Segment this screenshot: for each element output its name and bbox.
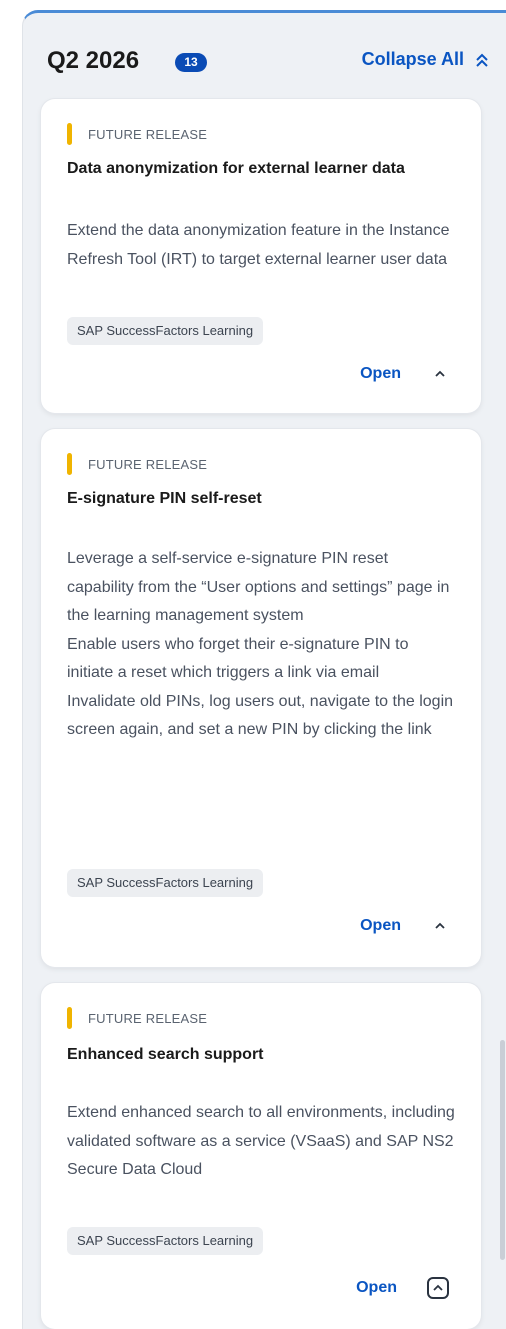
description-line: Invalidate old PINs, log users out, navi…: [67, 692, 454, 739]
card-title: Enhanced search support: [67, 1046, 264, 1063]
chevron-up-icon[interactable]: [427, 1277, 449, 1299]
card-title: Data anonymization for external learner …: [67, 160, 405, 177]
product-tag: SAP SuccessFactors Learning: [67, 317, 264, 345]
collapse-all-label: Collapse All: [361, 49, 464, 69]
release-tag-label: FUTURE RELEASE: [88, 126, 208, 142]
release-tag: FUTURE RELEASE: [67, 1007, 207, 1029]
release-tag-bar: [67, 453, 72, 475]
scrollbar-thumb[interactable]: [500, 1040, 505, 1260]
quarter-title: Q2 2026: [47, 47, 140, 74]
column-header: Q2 2026 13 Collapse All: [23, 13, 506, 101]
feature-card: FUTURE RELEASE E-signature PIN self-rese…: [41, 429, 481, 967]
description-line: Leverage a self-service e-signature PIN …: [67, 550, 450, 624]
release-tag-label: FUTURE RELEASE: [88, 456, 208, 472]
open-link[interactable]: Open: [356, 1279, 397, 1297]
release-tag-bar: [67, 1007, 72, 1029]
quarter-column: Q2 2026 13 Collapse All FUTURE RELEASE D…: [22, 10, 506, 1329]
chevron-up-icon[interactable]: [431, 917, 449, 935]
release-tag-bar: [67, 123, 72, 145]
release-tag: FUTURE RELEASE: [67, 453, 207, 475]
card-description: Extend enhanced search to all environmen…: [67, 1104, 455, 1178]
description-line: Enable users who forget their e-signatur…: [67, 635, 409, 682]
open-link[interactable]: Open: [360, 365, 401, 383]
open-link[interactable]: Open: [360, 917, 401, 935]
card-title: E-signature PIN self-reset: [67, 490, 262, 507]
product-tag: SAP SuccessFactors Learning: [67, 869, 264, 897]
collapse-all-button[interactable]: Collapse All: [362, 49, 490, 70]
chevron-up-icon[interactable]: [431, 365, 449, 383]
feature-card: FUTURE RELEASE Data anonymization for ex…: [41, 99, 481, 413]
release-tag-label: FUTURE RELEASE: [88, 1010, 208, 1026]
double-chevron-up-icon: [476, 53, 488, 67]
card-description: Leverage a self-service e-signature PIN …: [67, 545, 457, 745]
product-tag: SAP SuccessFactors Learning: [67, 1227, 264, 1255]
card-actions: Open: [356, 1277, 449, 1299]
count-badge: 13: [175, 53, 207, 72]
feature-card: FUTURE RELEASE Enhanced search support E…: [41, 983, 481, 1329]
card-actions: Open: [360, 365, 449, 383]
card-actions: Open: [360, 917, 449, 935]
release-tag: FUTURE RELEASE: [67, 123, 207, 145]
card-description: Extend the data anonymization feature in…: [67, 222, 450, 268]
